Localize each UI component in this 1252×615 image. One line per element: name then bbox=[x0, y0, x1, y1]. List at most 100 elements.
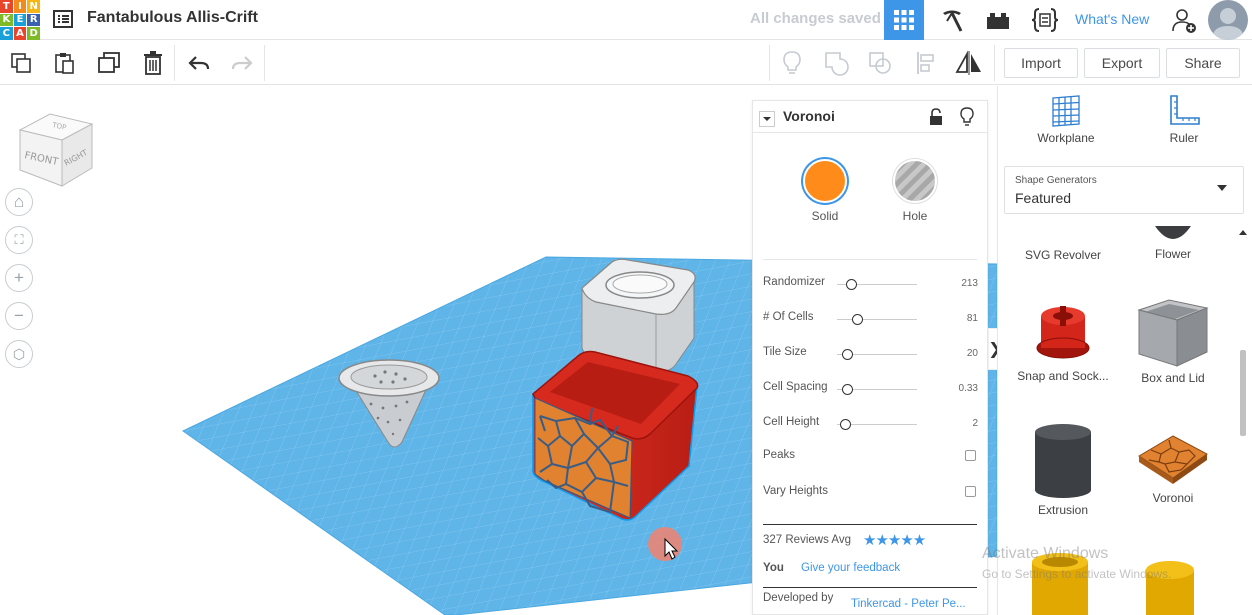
ungroup-button[interactable] bbox=[866, 49, 894, 77]
slider-handle[interactable] bbox=[840, 419, 851, 430]
peaks-checkbox[interactable] bbox=[965, 450, 976, 461]
slider-handle[interactable] bbox=[846, 279, 858, 290]
flower-shape-icon bbox=[1155, 226, 1191, 239]
generator-snap-and-socket[interactable]: Snap and Sock... bbox=[1008, 296, 1118, 383]
shapes-panel: Workplane Ruler Shape Generators Feature… bbox=[997, 86, 1252, 615]
param-label: Cell Spacing bbox=[763, 381, 828, 393]
align-icon bbox=[917, 52, 934, 74]
codeblocks-button[interactable] bbox=[1025, 0, 1065, 40]
inspector-header: Voronoi bbox=[753, 101, 987, 133]
trash-icon bbox=[144, 51, 162, 75]
logo-letter: C bbox=[0, 27, 13, 40]
param-slider[interactable] bbox=[837, 319, 917, 320]
duplicate-icon bbox=[98, 52, 120, 73]
param-value[interactable]: 81 bbox=[967, 313, 978, 324]
minecraft-view-button[interactable] bbox=[932, 0, 972, 40]
slider-handle[interactable] bbox=[841, 384, 853, 395]
generator-extrusion[interactable]: Extrusion bbox=[1008, 422, 1118, 517]
feedback-row: You Give your feedback bbox=[763, 562, 978, 580]
slider-handle[interactable] bbox=[841, 349, 853, 360]
vary-heights-checkbox[interactable] bbox=[965, 486, 976, 497]
voronoi-tile-icon bbox=[1138, 435, 1208, 484]
param-row: Tile Size 20 bbox=[763, 346, 978, 364]
toolbar-divider bbox=[264, 45, 265, 81]
param-value[interactable]: 20 bbox=[967, 348, 978, 359]
whats-new-link[interactable]: What's New bbox=[1075, 11, 1149, 27]
param-value[interactable]: 2 bbox=[972, 418, 978, 429]
you-label: You bbox=[763, 562, 784, 574]
ruler-tool[interactable]: Ruler bbox=[1144, 94, 1224, 145]
generator-box-and-lid[interactable]: Box and Lid bbox=[1118, 292, 1228, 385]
share-button[interactable]: Share bbox=[1166, 48, 1240, 78]
lightbulb-icon[interactable] bbox=[959, 107, 975, 127]
param-value[interactable]: 213 bbox=[961, 278, 978, 289]
scroll-thumb[interactable] bbox=[1240, 350, 1246, 436]
grid-icon bbox=[894, 10, 914, 30]
fit-view-button[interactable]: ⛶ bbox=[5, 226, 33, 254]
slider-handle[interactable] bbox=[852, 314, 863, 325]
lock-icon[interactable] bbox=[929, 108, 943, 126]
toolbar-divider bbox=[994, 45, 995, 81]
scroll-up-arrow-icon[interactable] bbox=[1239, 230, 1247, 235]
import-button[interactable]: Import bbox=[1004, 48, 1078, 78]
tinkercad-logo[interactable]: T I N K E R C A D bbox=[0, 0, 40, 40]
undo-button[interactable] bbox=[185, 49, 213, 77]
delete-button[interactable] bbox=[139, 49, 167, 77]
peaks-label: Peaks bbox=[763, 449, 795, 461]
lightbulb-icon bbox=[783, 51, 801, 74]
param-row: Cell Spacing 0.33 bbox=[763, 381, 978, 399]
brick-icon bbox=[987, 13, 1009, 29]
3d-view-button[interactable] bbox=[884, 0, 924, 40]
group-button[interactable] bbox=[822, 49, 850, 77]
view-cube[interactable]: TOP FRONT RIGHT bbox=[14, 108, 96, 195]
dropdown-label: Shape Generators bbox=[1015, 175, 1097, 186]
top-bar: T I N K E R C A D Fantabulous Allis-Crif… bbox=[0, 0, 1252, 40]
vary-heights-row: Vary Heights bbox=[763, 485, 978, 503]
generator-svg-revolver[interactable]: SVG Revolver bbox=[1008, 248, 1118, 262]
logo-letter: D bbox=[27, 27, 40, 40]
mirror-button[interactable] bbox=[955, 49, 983, 77]
inspector-title: Voronoi bbox=[783, 108, 835, 124]
inspector-divider bbox=[763, 259, 977, 260]
zoom-out-button[interactable]: − bbox=[5, 302, 33, 330]
redo-button[interactable] bbox=[228, 49, 256, 77]
zoom-in-button[interactable]: + bbox=[5, 264, 33, 292]
logo-letter: R bbox=[27, 13, 40, 27]
rating-stars-icon: ★★★★★ bbox=[863, 532, 926, 549]
caret-down-icon bbox=[1217, 185, 1227, 191]
plus-icon: + bbox=[14, 268, 24, 287]
hole-swatch[interactable] bbox=[893, 159, 937, 203]
generator-flower[interactable]: Flower bbox=[1118, 224, 1228, 261]
shape-library-dropdown[interactable]: Shape Generators Featured bbox=[1004, 166, 1244, 214]
generator-voronoi[interactable]: Voronoi bbox=[1118, 432, 1228, 505]
solid-color-swatch[interactable] bbox=[803, 159, 847, 203]
workplane-icon bbox=[1052, 95, 1080, 127]
align-button[interactable] bbox=[912, 49, 940, 77]
export-button[interactable]: Export bbox=[1084, 48, 1160, 78]
user-avatar[interactable] bbox=[1208, 0, 1248, 40]
design-list-icon[interactable] bbox=[52, 8, 74, 30]
paste-button[interactable] bbox=[50, 49, 78, 77]
shape-inspector: Voronoi Solid Hole Randomizer 213 # Of Cel… bbox=[752, 100, 988, 615]
shapes-scrollbar[interactable] bbox=[1239, 230, 1247, 436]
paste-icon bbox=[55, 53, 74, 74]
code-braces-icon bbox=[1031, 8, 1059, 32]
home-view-button[interactable]: ⌂ bbox=[5, 188, 33, 216]
add-user-button[interactable] bbox=[1164, 0, 1204, 40]
dropdown-value: Featured bbox=[1015, 190, 1072, 206]
save-status: All changes saved bbox=[750, 10, 881, 27]
hole-label: Hole bbox=[902, 209, 928, 223]
perspective-button[interactable]: ⬡ bbox=[5, 340, 33, 368]
notes-button[interactable] bbox=[778, 49, 806, 77]
collapse-caret-icon[interactable] bbox=[759, 111, 775, 127]
workplane-tool[interactable]: Workplane bbox=[1026, 94, 1106, 145]
copy-button[interactable] bbox=[7, 49, 35, 77]
param-value[interactable]: 0.33 bbox=[959, 383, 978, 394]
developer-link[interactable]: Tinkercad - Peter Pe... bbox=[851, 598, 966, 610]
edit-toolbar: Import Export Share bbox=[0, 41, 1252, 85]
bricks-view-button[interactable] bbox=[978, 0, 1018, 40]
project-title[interactable]: Fantabulous Allis-Crift bbox=[87, 9, 258, 27]
reviews-label: 327 Reviews Avg bbox=[763, 534, 852, 546]
give-feedback-link[interactable]: Give your feedback bbox=[801, 562, 900, 574]
duplicate-button[interactable] bbox=[95, 49, 123, 77]
